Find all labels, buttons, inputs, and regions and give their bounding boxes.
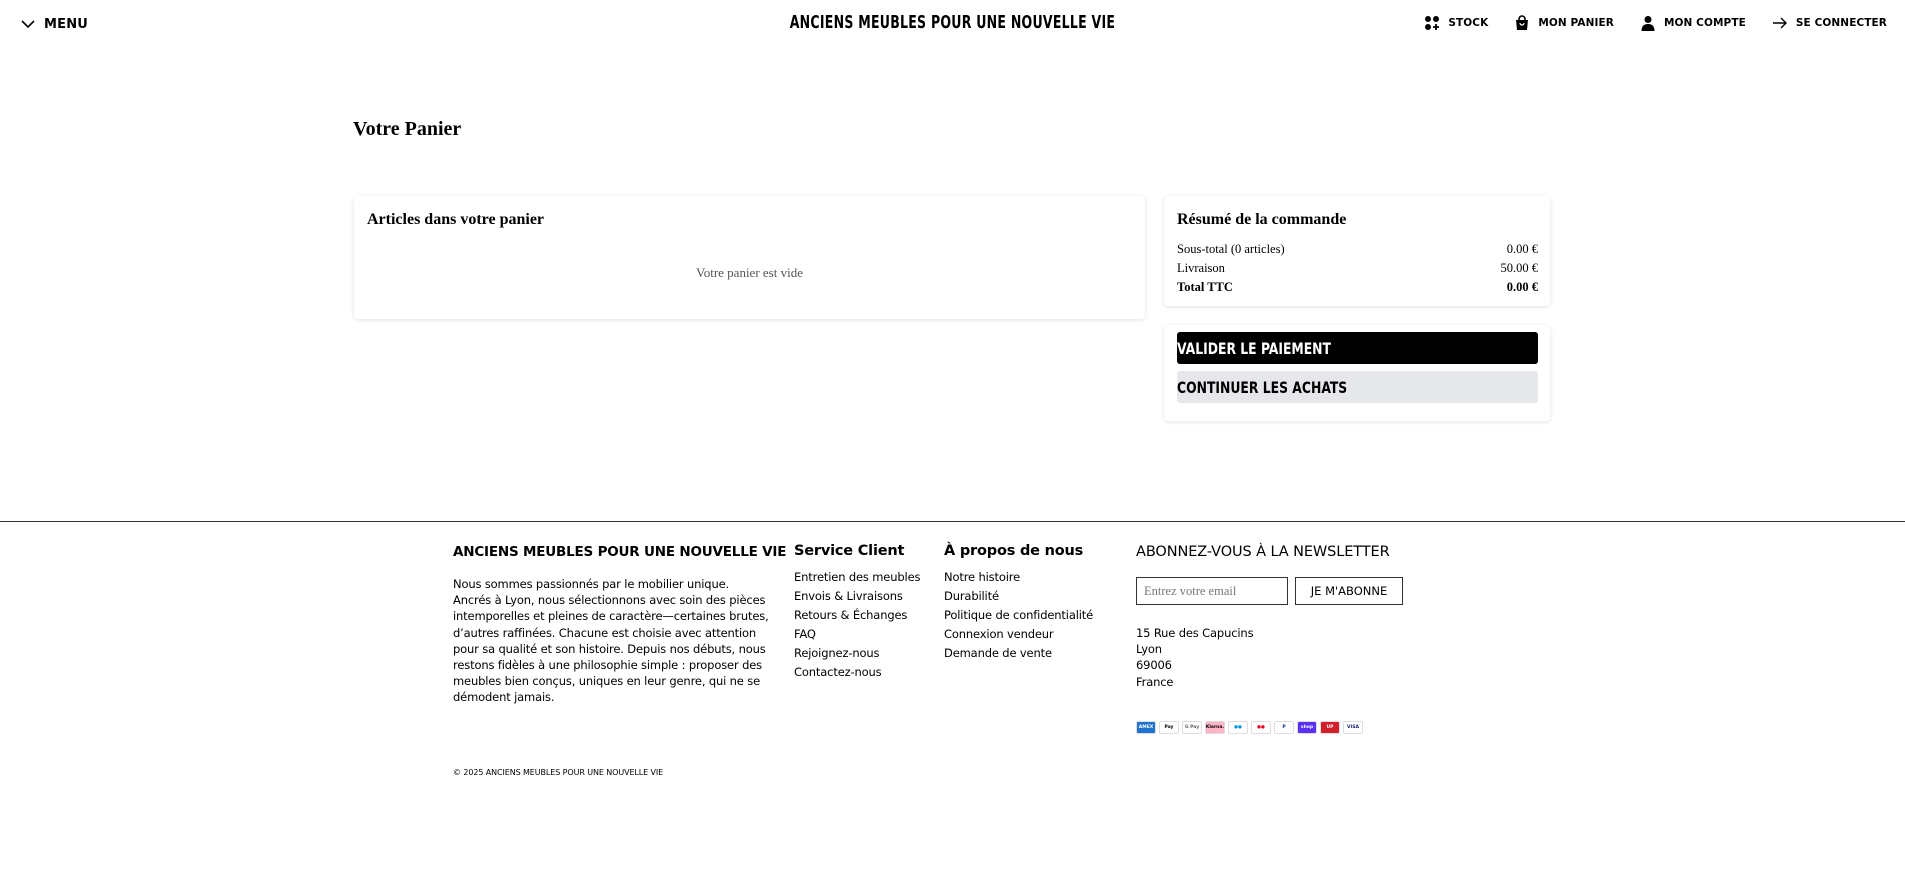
address-postcode: 69006 (1136, 658, 1172, 673)
payment-icon-4: ●● (1228, 721, 1248, 734)
subtotal-value: 0.00 € (1506, 242, 1538, 256)
footer-address: 15 Rue des Capucins Lyon 69006 France (1136, 625, 1254, 690)
payment-icon-5: ●● (1251, 721, 1271, 734)
nav-account-label: MON COMPTE (1663, 17, 1746, 29)
payment-icon-7: shop (1297, 721, 1317, 734)
summary-row-subtotal: Sous-total (0 articles) 0.00 € (1177, 242, 1538, 257)
checkout-actions-panel: VALIDER LE PAIEMENT CONTINUER LES ACHATS (1164, 325, 1550, 421)
page-title: Votre Panier (353, 118, 462, 140)
subtotal-label: Sous-total (0 articles) (1177, 242, 1285, 256)
footer-service-title: Service Client (794, 543, 905, 559)
footer-link-vente[interactable]: Demande de vente (944, 644, 1093, 663)
cart-title: Articles dans votre panier (367, 211, 545, 228)
order-summary-panel: Résumé de la commande Sous-total (0 arti… (1164, 196, 1550, 306)
nav-cart[interactable]: MON PANIER (1514, 15, 1614, 31)
nav-cart-label: MON PANIER (1538, 17, 1614, 29)
payment-icon-9: VISA (1343, 721, 1363, 734)
newsletter-title: ABONNEZ-VOUS À LA NEWSLETTER (1136, 544, 1390, 560)
footer-link-contact[interactable]: Contactez-nous (794, 663, 920, 682)
footer-link-faq[interactable]: FAQ (794, 625, 920, 644)
shipping-value: 50.00 € (1500, 261, 1539, 275)
nav-login-label: SE CONNECTER (1795, 17, 1887, 29)
grid-plus-icon (1425, 16, 1440, 30)
cart-panel: Articles dans votre panier Votre panier … (354, 196, 1145, 319)
footer-link-envois[interactable]: Envois & Livraisons (794, 587, 920, 606)
nav-stock-label: STOCK (1448, 17, 1489, 29)
continue-shopping-button[interactable]: CONTINUER LES ACHATS (1177, 371, 1538, 403)
footer-link-rejoignez[interactable]: Rejoignez-nous (794, 644, 920, 663)
address-street: 15 Rue des Capucins (1136, 626, 1254, 640)
newsletter-email-input[interactable] (1136, 577, 1288, 605)
footer-link-retours[interactable]: Retours & Échanges (794, 606, 920, 625)
arrow-right-icon (1772, 17, 1787, 29)
footer-link-confidentialite[interactable]: Politique de confidentialité (944, 606, 1093, 625)
payment-icon-6: P (1274, 721, 1294, 734)
footer-link-entretien[interactable]: Entretien des meubles (794, 568, 920, 587)
site-header: MENU ANCIENS MEUBLES POUR UNE NOUVELLE V… (0, 0, 1905, 48)
footer-description: Nous sommes passionnés par le mobilier u… (453, 577, 769, 705)
nav-login[interactable]: SE CONNECTER (1772, 15, 1887, 31)
payment-icon-3: Klarna. (1205, 721, 1225, 734)
cart-empty-message: Votre panier est vide (696, 265, 803, 280)
total-label: Total TTC (1177, 280, 1233, 294)
footer-divider (0, 521, 1905, 522)
footer-link-histoire[interactable]: Notre histoire (944, 568, 1093, 587)
nav-stock[interactable]: STOCK (1424, 15, 1488, 31)
user-icon (1641, 16, 1655, 31)
footer-link-vendeur[interactable]: Connexion vendeur (944, 625, 1093, 644)
total-value: 0.00 € (1506, 280, 1538, 294)
footer-service-links: Entretien des meubles Envois & Livraison… (794, 568, 920, 682)
summary-row-total: Total TTC 0.00 € (1177, 280, 1538, 295)
footer-link-durabilite[interactable]: Durabilité (944, 587, 1093, 606)
header-nav: STOCK MON PANIER MON COMPTE SE CONNECTER (1424, 15, 1887, 31)
payment-icon-8: UP (1320, 721, 1340, 734)
payment-methods: AMEX Pay G Pay Klarna. ●● ●● Pshop UP VISA (1136, 721, 1363, 734)
shipping-label: Livraison (1177, 261, 1225, 275)
footer-about-title: À propos de nous (944, 543, 1084, 559)
payment-icon-2: G Pay (1182, 721, 1202, 734)
shopping-bag-icon (1516, 15, 1529, 30)
nav-account[interactable]: MON COMPTE (1640, 15, 1746, 31)
payment-icon-0: AMEX (1136, 721, 1156, 734)
footer-copyright: © 2025 ANCIENS MEUBLES POUR UNE NOUVELLE… (453, 768, 664, 777)
newsletter-subscribe-button[interactable]: JE M'ABONNE (1295, 577, 1403, 605)
summary-title: Résumé de la commande (1177, 211, 1347, 228)
validate-payment-button[interactable]: VALIDER LE PAIEMENT (1177, 332, 1538, 364)
summary-row-shipping: Livraison 50.00 € (1177, 261, 1538, 276)
address-city: Lyon (1136, 642, 1162, 657)
payment-icon-1: Pay (1159, 721, 1179, 734)
footer-brand: ANCIENS MEUBLES POUR UNE NOUVELLE VIE (453, 544, 787, 560)
footer-about-links: Notre histoire Durabilité Politique de c… (944, 568, 1093, 663)
address-country: France (1136, 674, 1174, 689)
